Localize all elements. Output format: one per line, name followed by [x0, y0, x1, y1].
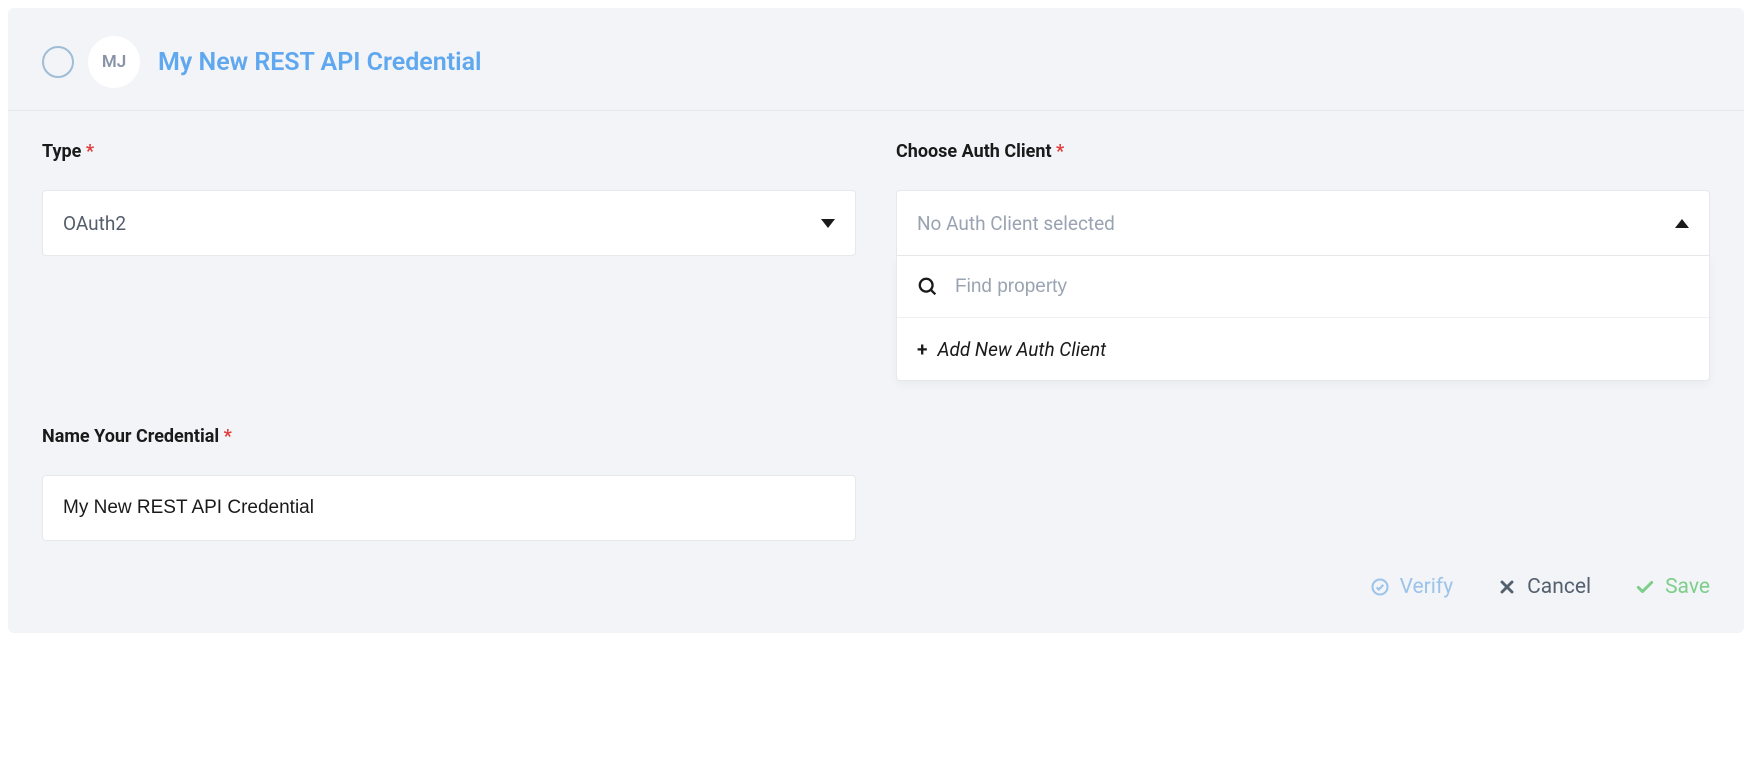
- avatar: MJ: [88, 36, 140, 88]
- close-icon: [1497, 577, 1517, 597]
- type-field: Type * OAuth2: [42, 141, 856, 256]
- name-field: Name Your Credential *: [42, 426, 856, 541]
- type-value: OAuth2: [63, 212, 126, 235]
- name-label: Name Your Credential *: [42, 426, 856, 447]
- panel-header: MJ My New REST API Credential: [8, 8, 1744, 111]
- plus-icon: +: [917, 338, 927, 361]
- save-button[interactable]: Save: [1635, 575, 1710, 599]
- cancel-label: Cancel: [1527, 575, 1591, 599]
- add-auth-client-option[interactable]: + Add New Auth Client: [897, 318, 1709, 380]
- panel-footer: Verify Cancel Save: [8, 551, 1744, 633]
- verify-icon: [1370, 577, 1390, 597]
- status-indicator-icon: [42, 46, 74, 78]
- save-label: Save: [1665, 575, 1710, 599]
- required-marker: *: [86, 141, 94, 162]
- credential-name-input[interactable]: [42, 475, 856, 541]
- cancel-button[interactable]: Cancel: [1497, 575, 1591, 599]
- chevron-down-icon: [821, 219, 835, 228]
- add-auth-client-label: Add New Auth Client: [937, 338, 1106, 361]
- avatar-initials: MJ: [102, 52, 126, 72]
- form-body: Type * OAuth2 Name Your Credential *: [8, 111, 1744, 551]
- credential-panel: MJ My New REST API Credential Type * OAu…: [8, 8, 1744, 633]
- required-marker: *: [224, 426, 232, 447]
- auth-client-dropdown: + Add New Auth Client: [896, 256, 1710, 381]
- type-select[interactable]: OAuth2: [42, 190, 856, 256]
- page-title: My New REST API Credential: [158, 48, 482, 77]
- required-marker: *: [1056, 141, 1064, 162]
- type-label: Type *: [42, 141, 856, 162]
- auth-client-placeholder: No Auth Client selected: [917, 212, 1115, 235]
- auth-client-label: Choose Auth Client *: [896, 141, 1710, 162]
- auth-client-search-input[interactable]: [955, 276, 1689, 298]
- check-icon: [1635, 577, 1655, 597]
- chevron-up-icon: [1675, 219, 1689, 228]
- auth-client-field: Choose Auth Client * No Auth Client sele…: [896, 141, 1710, 381]
- dropdown-search-row: [897, 256, 1709, 318]
- auth-client-select[interactable]: No Auth Client selected: [896, 190, 1710, 256]
- right-column: Choose Auth Client * No Auth Client sele…: [896, 141, 1710, 541]
- verify-label: Verify: [1400, 575, 1454, 599]
- verify-button[interactable]: Verify: [1370, 575, 1454, 599]
- search-icon: [917, 276, 939, 298]
- left-column: Type * OAuth2 Name Your Credential *: [42, 141, 856, 541]
